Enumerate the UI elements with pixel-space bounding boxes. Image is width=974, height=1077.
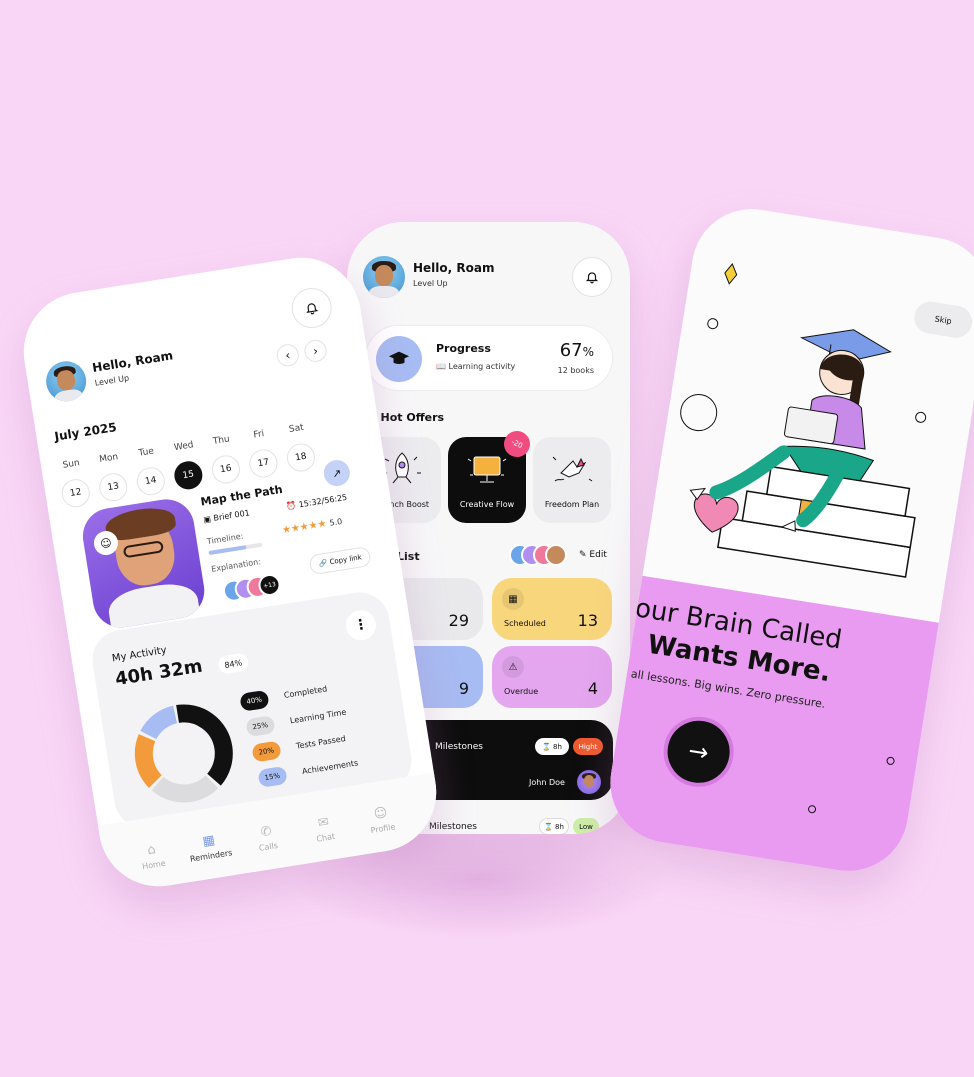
task-brief: ▣ Brief 001 — [202, 508, 251, 525]
tab-chat[interactable]: ✉ Chat — [298, 812, 352, 846]
copy-link-button[interactable]: 🔗 Copy link — [308, 545, 373, 576]
image-icon: ▣ — [202, 514, 212, 525]
date-15[interactable]: 15 — [172, 459, 205, 492]
activity-percent: 84% — [217, 652, 250, 675]
chat-icon: ✉ — [316, 814, 330, 832]
task-title: Map the Path — [199, 482, 284, 509]
greeting: Hello, Roam — [413, 261, 495, 275]
edit-button[interactable]: ✎ Edit — [579, 550, 607, 560]
pencil-icon: ✎ — [579, 550, 587, 560]
legend-percent: 25% — [245, 715, 276, 738]
offer-freedom-plan[interactable]: Freedom Plan — [533, 437, 611, 523]
next-duration-badge: ⌛ 8h — [539, 818, 569, 834]
milestone-title: Milestones — [435, 742, 483, 752]
date-12[interactable]: 12 — [59, 477, 92, 510]
bell-icon — [585, 272, 599, 284]
book-icon: 📖 — [436, 362, 446, 371]
weekday-label: Tue — [137, 446, 155, 459]
level-label: Level Up — [94, 373, 130, 388]
date-14[interactable]: 14 — [134, 465, 167, 498]
phone-onboarding: Skip our Brain Called Wants More. all le… — [601, 200, 974, 880]
weekday-label: Mon — [98, 452, 119, 465]
tab-label: Calls — [258, 840, 279, 853]
task-timer: ⏰ 15:32/56:25 — [285, 492, 348, 512]
weekday-label: Sun — [61, 458, 81, 471]
legend-label: Tests Passed — [295, 734, 347, 751]
more-vertical-icon: ⋮ — [352, 616, 370, 635]
avatar[interactable] — [363, 256, 405, 298]
date-13[interactable]: 13 — [97, 471, 130, 504]
date-16[interactable]: 16 — [209, 453, 242, 486]
graduation-cap-icon — [376, 336, 422, 382]
tab-label: Chat — [315, 831, 336, 844]
arrow-right-icon: → — [686, 736, 711, 768]
progress-title: Progress — [436, 342, 491, 355]
open-task-button[interactable]: ↗ — [321, 458, 352, 488]
task-illustration: ☺ — [78, 495, 209, 632]
priority-badge: Hight — [573, 738, 603, 755]
date-17[interactable]: 17 — [247, 447, 280, 480]
stat-card-overdue[interactable]: ⚠ Overdue 4 — [492, 646, 612, 708]
activity-donut-chart — [134, 704, 233, 803]
date-18[interactable]: 18 — [284, 441, 317, 474]
phone-icon: ✆ — [259, 823, 273, 841]
greeting: Hello, Roam — [91, 348, 174, 375]
more-options-button[interactable]: ⋮ — [343, 608, 379, 643]
notification-button[interactable] — [288, 285, 335, 331]
monitor-icon — [467, 456, 507, 483]
tab-label: Home — [141, 858, 167, 872]
progress-subtitle: 📖 Learning activity — [436, 362, 516, 371]
notification-button[interactable] — [572, 257, 612, 297]
duration-badge: ⌛ 8h — [535, 738, 569, 755]
home-icon: ⌂ — [146, 842, 157, 859]
assignee-name: John Doe — [529, 778, 565, 787]
tab-calls[interactable]: ✆ Calls — [240, 821, 294, 855]
legend-label: Completed — [283, 684, 328, 701]
month-label: July 2025 — [53, 420, 118, 444]
weekday-label: Thu — [212, 434, 231, 447]
hourglass-icon: ⌛ — [542, 742, 551, 751]
legend-percent: 40% — [239, 689, 270, 712]
weekday-label: Fri — [252, 429, 265, 441]
legend-label: Learning Time — [289, 707, 347, 726]
progress-percent: 67% — [559, 340, 594, 361]
weekday-label: Wed — [173, 440, 195, 454]
assignee-avatar — [577, 770, 601, 794]
books-count: 12 books — [557, 366, 594, 375]
next-week-button[interactable]: › — [302, 338, 329, 364]
level-label: Level Up — [413, 279, 448, 288]
legend-percent: 15% — [257, 765, 288, 788]
weekday-label: Sat — [288, 422, 305, 435]
star-rating: ★★★★★ 5.0 — [281, 516, 343, 537]
external-link-icon: ↗ — [331, 465, 343, 481]
legend-label: Achievements — [301, 758, 359, 777]
clock-icon: ⏰ — [285, 500, 298, 512]
tab-label: Profile — [370, 822, 397, 836]
legend-percent: 20% — [251, 740, 282, 763]
offer-creative-flow[interactable]: -20 Creative Flow — [448, 426, 535, 523]
member-avatar — [545, 544, 567, 566]
avatar[interactable] — [43, 358, 90, 405]
bell-icon — [306, 303, 319, 315]
link-icon: 🔗 — [318, 558, 329, 568]
bird-icon — [552, 456, 593, 482]
calendar-icon: ▦ — [502, 588, 524, 610]
hourglass-icon: ⌛ — [544, 822, 553, 831]
next-priority-badge: Low — [573, 818, 599, 834]
progress-card[interactable]: Progress 📖 Learning activity 67% 12 book… — [365, 325, 613, 391]
tab-reminders[interactable]: ▦ Reminders — [183, 830, 237, 864]
tab-home[interactable]: ⌂ Home — [126, 839, 180, 873]
timeline-label: Timeline: — [206, 531, 244, 547]
tab-profile[interactable]: ☺ Profile — [355, 803, 409, 837]
warning-icon: ⚠ — [502, 656, 524, 678]
student-illustration — [680, 263, 927, 578]
explanation-label: Explanation: — [210, 557, 262, 574]
prev-week-button[interactable]: ‹ — [275, 342, 301, 368]
user-icon: ☺ — [372, 805, 389, 823]
stat-card-scheduled[interactable]: ▦ Scheduled 13 — [492, 578, 612, 640]
